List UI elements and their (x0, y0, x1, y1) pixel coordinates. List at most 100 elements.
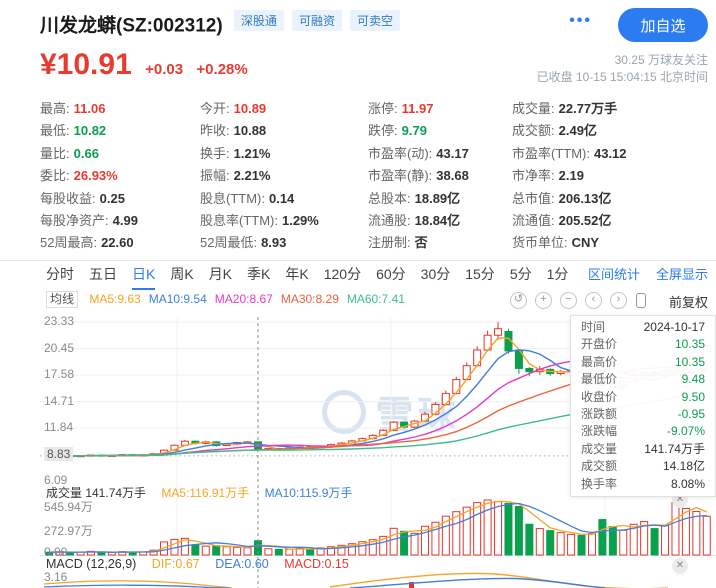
tab-30分[interactable]: 30分 (421, 261, 451, 288)
price-change: +0.03 (145, 61, 184, 78)
tooltip-row: 最低价 9.48 (581, 372, 705, 387)
stat-item: 股息率(TTM): 1.29% (200, 212, 319, 228)
stock-title: 川发龙蟒(SZ:002312) (40, 15, 223, 37)
header: 川发龙蟒(SZ:002312) 深股通 可融资 可卖空 ••• 加自选 (40, 8, 716, 44)
stat-item: 市盈率(TTM): 43.12 (512, 145, 627, 161)
candle-tooltip: 时间 2024-10-17 开盘价 10.35 最高价 10.35 最低价 9.48 收盘价 9.… (570, 315, 716, 498)
stat-item: 总股本: 18.89亿 (368, 190, 461, 206)
ma-legend-item: MA10:9.54 (148, 292, 207, 306)
stat-item: 每股收益: 0.25 (40, 190, 125, 206)
stock-detail-page: 川发龙蟒(SZ:002312) 深股通 可融资 可卖空 ••• 加自选 ¥10.91… (0, 0, 716, 588)
tab-日K[interactable]: 日K (132, 261, 156, 290)
macd-dea: DEA:0.60 (215, 557, 269, 571)
stat-item: 货币单位: CNY (512, 235, 600, 251)
tab-季K[interactable]: 季K (247, 261, 270, 288)
chart-toolbar: ↺ + − ‹ › (502, 292, 646, 309)
tab-五日[interactable]: 五日 (89, 261, 117, 288)
macd-value: MACD:0.15 (284, 557, 349, 571)
stat-item: 成交额: 2.49亿 (512, 123, 597, 139)
price-row: ¥10.91 +0.03 +0.28% (40, 48, 248, 82)
stock-badge: 可融资 (292, 10, 343, 31)
tooltip-row: 最高价 10.35 (581, 354, 705, 369)
zoom-in-icon[interactable]: + (535, 292, 552, 309)
stat-item: 最低: 10.82 (40, 123, 107, 139)
price-axis-tick: 14.71 (44, 393, 75, 408)
macd-dif: DIF:0.67 (151, 557, 200, 571)
price-change-pct: +0.28% (196, 61, 248, 78)
volume-legend: 成交量 141.74万手 MA5:116.91万手 MA10:115.9万手 (46, 484, 364, 501)
tab-月K[interactable]: 月K (209, 261, 232, 288)
pan-left-icon[interactable]: ‹ (585, 292, 602, 309)
kline-chart[interactable]: 雪球 23.33 20.45 17.58 14.71 11.84 8.83 6.09 545.… (0, 312, 716, 588)
stat-item: 市盈率(动): 43.17 (368, 145, 469, 161)
ma-legend-items: MA5:9.63 MA10:9.54 MA20:8.67 MA30:8.29 MA60:… (81, 292, 405, 306)
volume-ma5: MA5:116.91万手 (161, 486, 250, 500)
volume-ma10: MA10:115.9万手 (264, 486, 353, 500)
current-price: ¥10.91 (40, 48, 132, 81)
stat-item: 股息(TTM): 0.14 (200, 190, 295, 206)
period-tabbar: 分时 五日 日K 周K 月K 季K 年K 120分 60分 30分 15分 5分 1分 区间统计 全屏显示 (0, 260, 716, 290)
zoom-out-icon[interactable]: − (560, 292, 577, 309)
tab-5分[interactable]: 5分 (510, 261, 532, 288)
macd-axis-tick: 3.16 (44, 570, 68, 584)
tab-分时[interactable]: 分时 (46, 261, 74, 288)
volume-axis-tick: 272.97万 (44, 524, 93, 538)
ma-legend-item: MA60:7.41 (346, 292, 405, 306)
volume-value: 成交量 141.74万手 (46, 486, 147, 500)
tooltip-row: 成交额 14.18亿 (581, 459, 705, 474)
tab-60分[interactable]: 60分 (376, 261, 406, 288)
tooltip-row: 时间 2024-10-17 (581, 320, 705, 334)
price-axis-tick: 17.58 (44, 367, 75, 382)
tab-年K[interactable]: 年K (285, 261, 308, 288)
stock-badge: 深股通 (234, 10, 285, 31)
stat-item: 跌停: 9.79 (368, 123, 427, 139)
stat-item: 每股净资产: 4.99 (40, 212, 138, 228)
stats-grid: 最高: 11.06 今开: 10.89 涨停: 11.97 成交量: 22.77万手 最低: 10… (40, 98, 714, 255)
price-marker-label: 8.83 (44, 446, 74, 461)
stat-item: 昨收: 10.88 (200, 123, 267, 139)
stock-badge: 可卖空 (350, 10, 401, 31)
tab-15分[interactable]: 15分 (465, 261, 495, 288)
tooltip-row: 换手率 8.08% (581, 476, 705, 491)
tooltip-row: 涨跌幅 -9.07% (581, 424, 705, 439)
tab-1分[interactable]: 1分 (547, 261, 569, 288)
stat-item: 市盈率(静): 38.68 (368, 168, 469, 184)
stat-item: 换手: 1.21% (200, 145, 271, 161)
tab-120分[interactable]: 120分 (324, 261, 361, 288)
macd-legend: MACD (12,26,9) DIF:0.67 DEA:0.60 MACD:0.… (46, 557, 361, 571)
stat-item: 52周最低: 8.93 (200, 235, 287, 251)
period-tabs: 分时 五日 日K 周K 月K 季K 年K 120分 60分 30分 15分 5分 1分 (46, 261, 583, 290)
macd-title: MACD (12,26,9) (46, 557, 137, 571)
stat-item: 涨停: 11.97 (368, 101, 434, 116)
ma-legend-title: 均线 (46, 291, 79, 308)
stat-item: 量比: 0.66 (40, 145, 99, 161)
price-axis-tick: 23.33 (44, 314, 75, 328)
stat-item: 流通值: 205.52亿 (512, 212, 612, 228)
stat-item: 流通股: 18.84亿 (368, 212, 461, 228)
ma-legend-item: MA20:8.67 (214, 292, 273, 306)
stat-item: 注册制: 否 (368, 235, 428, 251)
tab-周K[interactable]: 周K (170, 261, 193, 288)
ma-legend-item: MA30:8.29 (280, 292, 339, 306)
stat-item: 振幅: 2.21% (200, 168, 271, 184)
stat-item: 成交量: 22.77万手 (512, 101, 618, 116)
stock-badges: 深股通 可融资 可卖空 (226, 10, 401, 31)
followers-count: 30.25 万球友关注 (614, 53, 708, 67)
stat-item: 最高: 11.06 (40, 101, 106, 116)
ma-legend-row: 均线 MA5:9.63 MA10:9.54 MA20:8.67 MA30:8.29 MA… (0, 291, 716, 312)
stat-item: 总市值: 206.13亿 (512, 190, 612, 206)
phone-view-icon[interactable] (636, 293, 646, 308)
price-axis-tick: 11.84 (44, 420, 74, 435)
stat-item: 市净率: 2.19 (512, 168, 584, 184)
ma-legend-item: MA5:9.63 (89, 292, 141, 306)
market-info: 30.25 万球友关注 已收盘 10-15 15:04:15 北京时间 (537, 52, 708, 86)
link-区间统计[interactable]: 区间统计 (588, 261, 640, 288)
adjust-mode-button[interactable]: 前复权 (669, 292, 708, 311)
more-options-icon[interactable]: ••• (569, 12, 592, 30)
reset-icon[interactable]: ↺ (510, 292, 527, 309)
add-watchlist-button[interactable]: 加自选 (618, 8, 708, 42)
tooltip-row: 成交量 141.74万手 (581, 441, 705, 456)
close-macd-pane-icon[interactable]: ✕ (672, 558, 688, 574)
pan-right-icon[interactable]: › (610, 292, 627, 309)
link-全屏显示[interactable]: 全屏显示 (656, 261, 708, 288)
